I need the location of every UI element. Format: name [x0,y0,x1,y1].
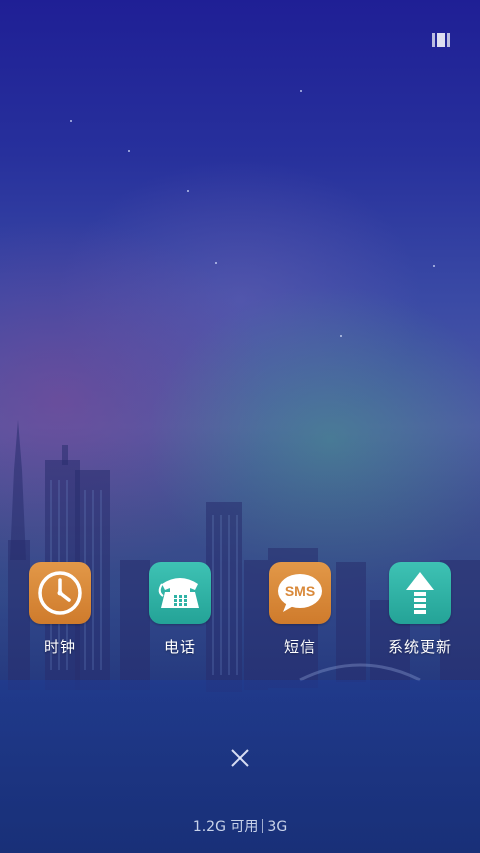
app-clock[interactable]: 时钟 [0,562,120,657]
close-icon [231,749,249,767]
app-label: 时钟 [43,638,76,656]
sms-badge-text: SMS [285,583,315,599]
recents-layout-icon[interactable] [432,32,450,47]
app-label: 系统更新 [387,638,452,656]
app-sms[interactable]: SMS 短信 [240,562,360,657]
app-phone[interactable]: 电话 [120,562,240,657]
recent-apps-screen: 时钟 电话 SMS 短信 系统更新 1.2G 可用 3G [0,0,480,853]
app-system-update[interactable]: 系统更新 [360,562,480,657]
update-arrow-icon [389,562,451,624]
app-label: 短信 [283,638,316,656]
recent-apps-dock: 时钟 电话 SMS 短信 系统更新 [0,562,480,662]
network-type-text: 3G [267,819,288,835]
telephone-icon [149,562,211,624]
app-label: 电话 [163,638,196,656]
sms-icon: SMS [269,562,331,624]
memory-status: 1.2G 可用 3G [0,816,480,836]
status-divider [262,819,264,833]
clear-all-close-button[interactable] [226,744,254,772]
clock-icon [29,562,91,624]
available-memory-text: 1.2G 可用 [192,819,259,835]
